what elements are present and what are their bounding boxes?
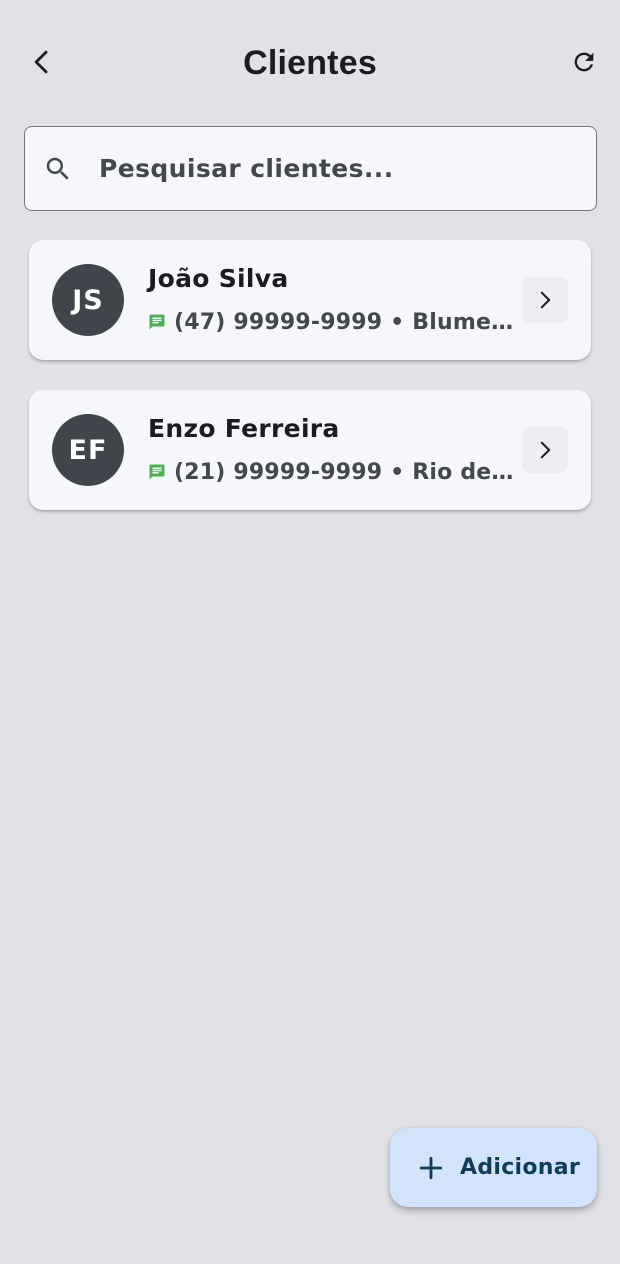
client-phone-city: (21) 99999-9999 • Rio de Janeiro (174, 459, 520, 485)
add-client-button[interactable]: Adicionar (390, 1128, 597, 1207)
chevron-left-icon (34, 50, 48, 74)
plus-icon (417, 1154, 445, 1182)
client-contact-line: (47) 99999-9999 • Blumenau (148, 307, 520, 337)
avatar: JS (52, 264, 124, 336)
client-phone-city: (47) 99999-9999 • Blumenau (174, 309, 520, 335)
clients-screen: Clientes JS João Silva (0, 0, 620, 1264)
client-contact-line: (21) 99999-9999 • Rio de Janeiro (148, 457, 520, 487)
top-app-bar: Clientes (0, 0, 620, 126)
open-client-button[interactable] (522, 277, 568, 323)
refresh-icon (574, 52, 594, 72)
message-icon (148, 313, 166, 331)
page-title-wrapper: Clientes (0, 42, 620, 84)
message-icon (148, 463, 166, 481)
avatar: EF (52, 414, 124, 486)
search-icon (43, 154, 73, 184)
client-name: João Silva (148, 264, 289, 293)
search-input[interactable] (99, 154, 539, 183)
chevron-right-icon (540, 441, 551, 459)
avatar-initials: EF (68, 434, 108, 466)
avatar-initials: JS (72, 284, 104, 316)
client-list: JS João Silva (47) 99999-9999 • Blumenau… (29, 240, 591, 540)
back-button[interactable] (22, 42, 62, 82)
client-card[interactable]: EF Enzo Ferreira (21) 99999-9999 • Rio d… (29, 390, 591, 510)
client-card[interactable]: JS João Silva (47) 99999-9999 • Blumenau (29, 240, 591, 360)
search-field[interactable] (24, 126, 597, 211)
page-title: Clientes (243, 44, 377, 82)
refresh-button[interactable] (564, 42, 604, 82)
client-name: Enzo Ferreira (148, 414, 340, 443)
open-client-button[interactable] (522, 427, 568, 473)
chevron-right-icon (540, 291, 551, 309)
add-button-label: Adicionar (460, 1155, 581, 1180)
